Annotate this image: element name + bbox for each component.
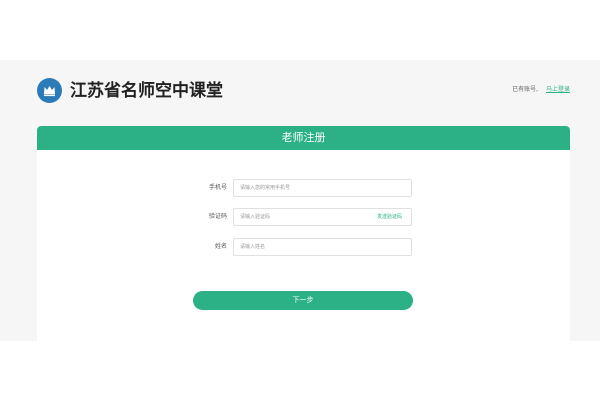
phone-label: 手机号 <box>208 184 227 191</box>
card-header: 老师注册 <box>37 126 570 150</box>
next-step-button[interactable]: 下一步 <box>193 291 413 310</box>
site-title: 江苏省名师空中课堂 <box>70 81 223 101</box>
crown-logo-icon <box>37 78 62 103</box>
login-hint: 已有账号, <box>512 86 539 93</box>
form-title: 老师注册 <box>281 131 326 144</box>
login-prompt: 已有账号, 马上登录 <box>512 85 570 95</box>
name-label: 姓名 <box>214 243 227 250</box>
register-card: 老师注册 手机号 验证码 发送验证码 姓名 下一步 <box>37 126 570 341</box>
login-link[interactable]: 马上登录 <box>546 86 570 93</box>
send-code-button[interactable]: 发送验证码 <box>377 208 402 226</box>
name-input[interactable] <box>233 238 412 256</box>
code-label: 验证码 <box>208 213 227 220</box>
phone-input[interactable] <box>233 179 412 197</box>
